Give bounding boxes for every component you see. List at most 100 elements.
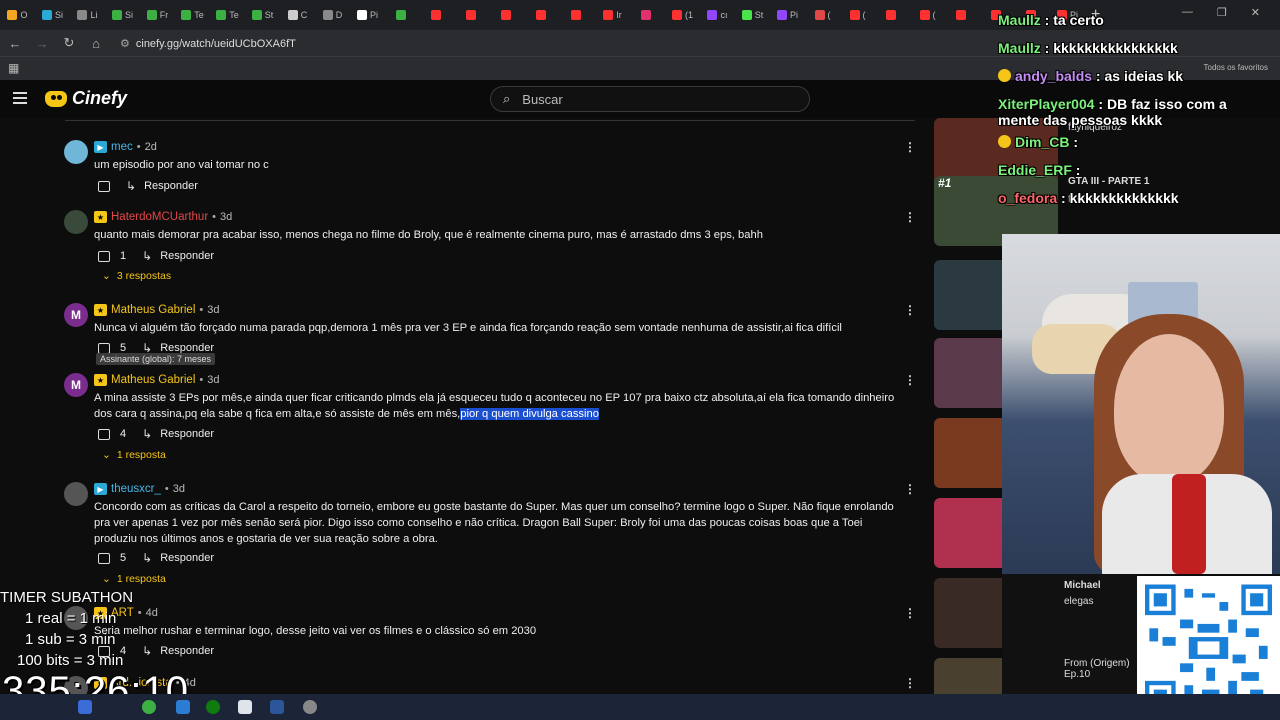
microphone xyxy=(1172,474,1206,574)
browser-tab[interactable]: C xyxy=(280,0,315,30)
separator: • xyxy=(164,483,169,495)
tab-label: Fr xyxy=(159,10,169,20)
browser-tab[interactable]: Te xyxy=(210,0,245,30)
like-icon[interactable] xyxy=(98,552,110,564)
reload-icon[interactable]: ↻ xyxy=(57,35,81,51)
xbox-icon[interactable] xyxy=(206,700,220,714)
reply-button[interactable]: ↳ Responder xyxy=(142,551,214,565)
username[interactable]: theusxcr_ xyxy=(111,483,161,495)
separator: • xyxy=(199,304,204,316)
tab-label: St xyxy=(264,10,274,20)
obs-icon[interactable] xyxy=(303,700,317,714)
browser-tab[interactable]: Si xyxy=(35,0,70,30)
browser-tab[interactable]: ( xyxy=(840,0,875,30)
username[interactable]: mec xyxy=(111,141,133,153)
forward-icon[interactable]: → xyxy=(30,36,54,51)
browser-tab[interactable] xyxy=(560,0,595,30)
reply-button[interactable]: ↳ Responder xyxy=(126,179,198,193)
browser-tab[interactable]: cı xyxy=(700,0,735,30)
browser-tab[interactable] xyxy=(875,0,910,30)
tab-label: O xyxy=(20,10,28,20)
browser-tab[interactable]: ( xyxy=(805,0,840,30)
chevron-down-icon: ⌄ xyxy=(102,449,111,461)
browser-tab[interactable] xyxy=(455,0,490,30)
show-replies-button[interactable]: ⌄ 1 resposta xyxy=(102,573,166,585)
browser-tab[interactable] xyxy=(490,0,525,30)
chrome-icon[interactable] xyxy=(142,700,156,714)
browser-tab[interactable]: O xyxy=(0,0,35,30)
avatar[interactable] xyxy=(64,140,88,164)
word-icon[interactable] xyxy=(270,700,284,714)
search-input[interactable] xyxy=(522,91,783,107)
username[interactable]: Matheus Gabriel xyxy=(111,304,195,316)
more-options-icon[interactable]: ⋮ xyxy=(904,303,916,317)
tab-favicon-icon xyxy=(77,10,88,20)
taskbar-app-icon[interactable] xyxy=(176,700,190,714)
browser-tab[interactable] xyxy=(385,0,420,30)
more-options-icon[interactable]: ⋮ xyxy=(904,140,916,154)
tab-favicon-icon xyxy=(466,10,476,20)
browser-tab[interactable]: ( xyxy=(910,0,945,30)
reply-button[interactable]: ↳ Responder xyxy=(142,249,214,263)
avatar[interactable] xyxy=(64,482,88,506)
timer-rule: 100 bits = 3 min xyxy=(17,652,124,669)
url-field[interactable]: ⚙ cinefy.gg/watch/ueidUCbOXA6fT xyxy=(120,37,296,50)
apps-grid-icon[interactable]: ▦ xyxy=(8,61,19,75)
avatar[interactable]: M xyxy=(64,373,88,397)
more-options-icon[interactable]: ⋮ xyxy=(904,606,916,620)
site-logo[interactable]: Cinefy xyxy=(45,88,127,109)
more-options-icon[interactable]: ⋮ xyxy=(904,373,916,387)
browser-tab[interactable] xyxy=(630,0,665,30)
like-icon[interactable] xyxy=(98,342,110,354)
browser-tab[interactable]: D xyxy=(315,0,350,30)
comment-time: 3d xyxy=(207,374,220,386)
more-options-icon[interactable]: ⋮ xyxy=(904,210,916,224)
browser-tab[interactable]: Pi xyxy=(770,0,805,30)
timer-rule: 1 real = 1 min xyxy=(25,610,117,627)
browser-tab[interactable]: (1 xyxy=(665,0,700,30)
separator: • xyxy=(212,211,217,223)
show-replies-button[interactable]: ⌄ 1 resposta xyxy=(102,449,166,461)
username[interactable]: Matheus Gabriel xyxy=(111,374,195,386)
back-icon[interactable]: ← xyxy=(3,36,27,51)
browser-tab[interactable]: Fr xyxy=(140,0,175,30)
browser-tab[interactable]: Li xyxy=(70,0,105,30)
browser-tab[interactable]: Ir xyxy=(595,0,630,30)
browser-tab[interactable]: St xyxy=(735,0,770,30)
more-options-icon[interactable]: ⋮ xyxy=(904,482,916,496)
like-icon[interactable] xyxy=(98,180,110,192)
chevron-down-icon: ⌄ xyxy=(102,270,111,282)
comment-actions: 4 ↳ Responder xyxy=(98,427,214,441)
browser-tab[interactable] xyxy=(945,0,980,30)
avatar[interactable] xyxy=(64,210,88,234)
browser-tab[interactable] xyxy=(420,0,455,30)
reply-button[interactable]: ↳ Responder xyxy=(142,427,214,441)
tab-label: C xyxy=(300,10,308,20)
search-bar[interactable]: ⌕ xyxy=(490,86,810,112)
browser-tab[interactable] xyxy=(525,0,560,30)
security-icon[interactable] xyxy=(238,700,252,714)
more-options-icon[interactable]: ⋮ xyxy=(904,676,916,690)
star-badge-icon: ★ xyxy=(94,304,107,316)
video-title[interactable]: Michael xyxy=(1064,580,1101,591)
like-icon[interactable] xyxy=(98,250,110,262)
browser-tab[interactable]: Pi xyxy=(350,0,385,30)
browser-tab[interactable]: Si xyxy=(105,0,140,30)
show-replies-button[interactable]: ⌄ 3 respostas xyxy=(102,270,171,282)
taskbar-app-icon[interactable] xyxy=(78,700,92,714)
site-info-icon[interactable]: ⚙ xyxy=(120,38,130,50)
browser-tab[interactable]: Te xyxy=(175,0,210,30)
comment-time: 3d xyxy=(207,304,220,316)
reply-arrow-icon: ↳ xyxy=(142,551,153,565)
rank-badge: #1 xyxy=(938,176,952,190)
channel-name[interactable]: elegas xyxy=(1064,596,1093,607)
chat-message: andy_balds : as ideias kk xyxy=(998,62,1278,90)
username[interactable]: HaterdoMCUarthur xyxy=(111,211,208,223)
home-icon[interactable]: ⌂ xyxy=(84,36,108,51)
chat-message: o_fedora : kkkkkkkkkkkkkk xyxy=(998,190,1179,206)
avatar[interactable]: M xyxy=(64,303,88,327)
menu-icon[interactable] xyxy=(13,92,27,104)
browser-tab[interactable]: St xyxy=(245,0,280,30)
video-title[interactable]: From (Origem) Ep.10 xyxy=(1064,658,1136,680)
like-icon[interactable] xyxy=(98,428,110,440)
